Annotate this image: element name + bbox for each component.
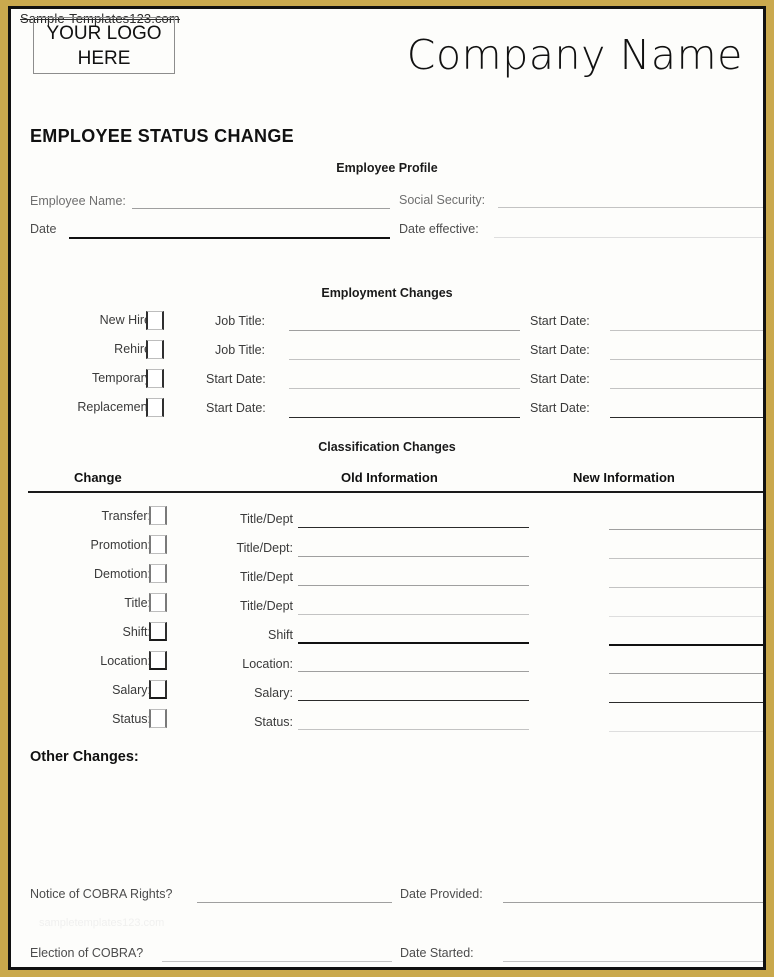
label-rehire: Rehire bbox=[114, 342, 151, 356]
watermark-bottom: sampletemplates123.com bbox=[39, 917, 165, 929]
label-social-security: Social Security: bbox=[399, 193, 486, 207]
checkbox-title[interactable] bbox=[149, 593, 167, 612]
checkbox-promotion[interactable] bbox=[149, 535, 167, 554]
label-employee-name: Employee Name: bbox=[30, 194, 126, 208]
label-temporary-start-date: Start Date: bbox=[206, 372, 266, 386]
label-replacement-start-date-2: Start Date: bbox=[530, 401, 590, 415]
label-shift: Shift: bbox=[122, 625, 152, 639]
checkbox-salary[interactable] bbox=[149, 680, 167, 699]
other-changes-textarea[interactable] bbox=[30, 771, 763, 871]
input-status-new[interactable] bbox=[609, 731, 763, 732]
label-temporary: Temporary bbox=[91, 371, 151, 385]
label-date-provided: Date Provided: bbox=[400, 887, 483, 901]
label-replacement: Replacement bbox=[77, 400, 151, 414]
input-election-cobra[interactable] bbox=[162, 961, 392, 962]
input-status-old[interactable] bbox=[298, 729, 529, 730]
label-status: Status: bbox=[112, 712, 151, 726]
form-title: EMPLOYEE STATUS CHANGE bbox=[30, 126, 294, 146]
label-salary-field: Salary: bbox=[254, 686, 293, 700]
input-rehire-start-date[interactable] bbox=[610, 359, 763, 360]
column-header-change: Change bbox=[74, 470, 122, 485]
column-header-rule bbox=[28, 491, 763, 493]
input-new-hire-job-title[interactable] bbox=[289, 330, 520, 331]
form-paper: Sample-Templates123.com sampletemplates1… bbox=[11, 9, 763, 967]
label-salary: Salary: bbox=[112, 683, 151, 697]
label-promotion: Promotion: bbox=[90, 538, 151, 552]
label-date-effective: Date effective: bbox=[399, 222, 479, 236]
input-date[interactable] bbox=[69, 237, 390, 239]
input-title-new[interactable] bbox=[609, 616, 763, 617]
input-salary-new[interactable] bbox=[609, 702, 763, 703]
input-shift-old[interactable] bbox=[298, 642, 529, 644]
input-new-hire-start-date[interactable] bbox=[610, 330, 763, 331]
section-heading-classification-changes: Classification Changes bbox=[318, 440, 456, 454]
section-heading-employee-profile: Employee Profile bbox=[336, 161, 438, 175]
input-transfer-new[interactable] bbox=[609, 529, 763, 530]
label-temporary-start-date-2: Start Date: bbox=[530, 372, 590, 386]
column-header-old-information: Old Information bbox=[341, 470, 438, 485]
checkbox-shift[interactable] bbox=[149, 622, 167, 641]
label-title-title-dept: Title/Dept bbox=[239, 599, 293, 613]
input-employee-name[interactable] bbox=[132, 208, 390, 209]
label-transfer: Transfer: bbox=[101, 509, 151, 523]
checkbox-replacement[interactable] bbox=[146, 398, 164, 417]
label-date: Date bbox=[30, 222, 57, 236]
input-promotion-new[interactable] bbox=[609, 558, 763, 559]
input-date-effective[interactable] bbox=[494, 237, 763, 238]
label-rehire-start-date: Start Date: bbox=[530, 343, 590, 357]
logo-placeholder-box: YOUR LOGO HERE bbox=[33, 17, 175, 74]
label-location-field: Location: bbox=[242, 657, 293, 671]
label-transfer-title-dept: Title/Dept bbox=[239, 512, 293, 526]
input-replacement-start-date-2[interactable] bbox=[610, 417, 763, 418]
input-promotion-old[interactable] bbox=[298, 556, 529, 557]
company-name-heading: Company Name bbox=[406, 31, 743, 79]
input-title-old[interactable] bbox=[298, 614, 529, 615]
section-heading-other-changes: Other Changes: bbox=[30, 749, 139, 765]
checkbox-demotion[interactable] bbox=[149, 564, 167, 583]
label-demotion: Demotion: bbox=[94, 567, 151, 581]
label-shift-field: Shift bbox=[267, 628, 293, 642]
logo-line-2: HERE bbox=[77, 48, 131, 69]
label-location: Location: bbox=[100, 654, 151, 668]
input-date-provided[interactable] bbox=[503, 902, 763, 903]
checkbox-rehire[interactable] bbox=[146, 340, 164, 359]
input-location-old[interactable] bbox=[298, 671, 529, 672]
input-notice-cobra-rights[interactable] bbox=[197, 902, 392, 903]
checkbox-transfer[interactable] bbox=[149, 506, 167, 525]
label-election-cobra: Election of COBRA? bbox=[30, 946, 144, 960]
label-rehire-job-title: Job Title: bbox=[215, 343, 266, 357]
checkbox-new-hire[interactable] bbox=[146, 311, 164, 330]
column-header-new-information: New Information bbox=[573, 470, 675, 485]
input-temporary-start-date[interactable] bbox=[289, 388, 520, 389]
input-demotion-new[interactable] bbox=[609, 587, 763, 588]
input-shift-new[interactable] bbox=[609, 644, 763, 646]
input-demotion-old[interactable] bbox=[298, 585, 529, 586]
checkbox-location[interactable] bbox=[149, 651, 167, 670]
checkbox-status[interactable] bbox=[149, 709, 167, 728]
input-social-security[interactable] bbox=[498, 207, 763, 208]
label-new-hire-job-title: Job Title: bbox=[215, 314, 266, 328]
input-salary-old[interactable] bbox=[298, 700, 529, 701]
input-rehire-job-title[interactable] bbox=[289, 359, 520, 360]
label-new-hire: New Hire bbox=[99, 313, 151, 327]
label-demotion-title-dept: Title/Dept bbox=[239, 570, 293, 584]
input-transfer-old[interactable] bbox=[298, 527, 529, 528]
checkbox-temporary[interactable] bbox=[146, 369, 164, 388]
label-title: Title: bbox=[124, 596, 151, 610]
label-new-hire-start-date: Start Date: bbox=[530, 314, 590, 328]
label-promotion-title-dept: Title/Dept: bbox=[236, 541, 293, 555]
input-replacement-start-date[interactable] bbox=[289, 417, 520, 418]
input-location-new[interactable] bbox=[609, 673, 763, 674]
input-date-started[interactable] bbox=[503, 961, 763, 962]
logo-line-1: YOUR LOGO bbox=[46, 23, 162, 44]
section-heading-employment-changes: Employment Changes bbox=[321, 286, 453, 300]
label-status-field: Status: bbox=[254, 715, 293, 729]
label-replacement-start-date: Start Date: bbox=[206, 401, 266, 415]
input-temporary-start-date-2[interactable] bbox=[610, 388, 763, 389]
label-date-started: Date Started: bbox=[400, 946, 474, 960]
document-page: Sample-Templates123.com sampletemplates1… bbox=[0, 0, 774, 977]
label-notice-cobra-rights: Notice of COBRA Rights? bbox=[30, 887, 173, 901]
